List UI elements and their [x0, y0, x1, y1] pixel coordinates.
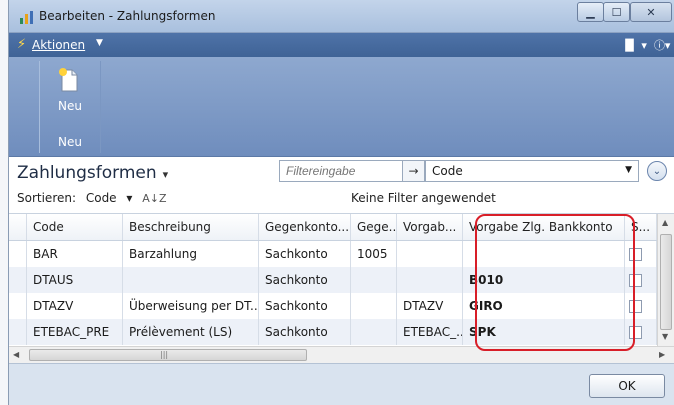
cell-vorgab[interactable] — [397, 241, 463, 267]
grip-icon: ||| — [160, 350, 169, 359]
ribbon-group-new: Neu Neu — [39, 61, 101, 153]
cell-gege[interactable] — [351, 293, 397, 319]
vertical-scrollbar[interactable]: ▲ ▼ — [657, 214, 674, 349]
dialog-window: Bearbeiten - Zahlungsformen ▁ ☐ ✕ ⚡ Akti… — [8, 0, 674, 405]
cell-gegenkonto[interactable]: Sachkonto — [259, 319, 351, 345]
minimize-button[interactable]: ▁ — [577, 2, 604, 22]
arrow-right-icon: → — [408, 164, 419, 178]
cell-code[interactable]: DTAZV — [27, 293, 123, 319]
view-options[interactable]: ▐▌ ▾ ⓘ▾ — [621, 37, 670, 53]
select-column-header — [9, 214, 27, 240]
scroll-left-icon[interactable]: ◀ — [13, 350, 19, 359]
dialog-footer: OK — [9, 363, 674, 405]
row-selector[interactable] — [9, 267, 27, 293]
actions-bar: ⚡ Aktionen ▼ ▐▌ ▾ ⓘ▾ — [9, 33, 674, 57]
sort-field-value: Code — [85, 191, 117, 205]
new-button[interactable]: Neu — [40, 99, 100, 113]
actions-menu[interactable]: Aktionen — [32, 38, 85, 52]
close-button[interactable]: ✕ — [630, 2, 672, 22]
cell-gegenkonto[interactable]: Sachkonto — [259, 293, 351, 319]
ok-button[interactable]: OK — [589, 374, 665, 398]
page-title-label: Zahlungsformen — [17, 163, 157, 183]
lightning-icon: ⚡ — [17, 37, 27, 52]
page-title[interactable]: Zahlungsformen ▾ — [17, 163, 168, 183]
column-header-vorgab[interactable]: Vorgab... — [397, 214, 463, 240]
chevron-down-icon: ▾ — [162, 168, 169, 181]
chevron-down-icon: ▼ — [96, 38, 103, 48]
cell-gegenkonto[interactable]: Sachkonto — [259, 241, 351, 267]
sort-label: Sortieren: — [17, 191, 77, 205]
cell-code[interactable]: DTAUS — [27, 267, 123, 293]
filter-field-value: Code — [432, 164, 463, 178]
cell-beschreibung[interactable] — [123, 267, 259, 293]
expand-filter-button[interactable]: ⌄ — [647, 161, 667, 181]
new-document-icon[interactable] — [58, 67, 80, 93]
minimize-icon: ▁ — [586, 5, 595, 19]
scroll-down-icon[interactable]: ▼ — [662, 332, 668, 341]
highlight-annotation — [475, 214, 635, 351]
column-header-beschreibung[interactable]: Beschreibung — [123, 214, 259, 240]
cell-beschreibung[interactable]: Barzahlung — [123, 241, 259, 267]
filter-status: Keine Filter angewendet — [351, 191, 496, 205]
ribbon: Neu Neu — [9, 57, 674, 157]
maximize-button[interactable]: ☐ — [603, 2, 630, 22]
sort-bar: Sortieren: Code ▾ A↓Z — [17, 191, 173, 205]
help-icon[interactable]: ⓘ▾ — [654, 39, 671, 52]
cell-gege[interactable] — [351, 267, 397, 293]
row-selector[interactable] — [9, 319, 27, 345]
window-title: Bearbeiten - Zahlungsformen — [39, 9, 216, 23]
filter-apply-button[interactable]: → — [403, 160, 425, 182]
row-selector[interactable] — [9, 293, 27, 319]
close-icon: ✕ — [646, 5, 656, 19]
column-header-gege[interactable]: Gege... — [351, 214, 397, 240]
cell-beschreibung[interactable]: Überweisung per DT... — [123, 293, 259, 319]
cell-gege[interactable] — [351, 319, 397, 345]
vertical-scroll-thumb[interactable] — [660, 234, 672, 330]
chevron-down-icon: ⌄ — [652, 165, 662, 177]
scroll-up-icon[interactable]: ▲ — [662, 218, 668, 227]
cell-code[interactable]: BAR — [27, 241, 123, 267]
cell-vorgab[interactable]: DTAZV — [397, 293, 463, 319]
filter-input[interactable] — [279, 160, 403, 182]
maximize-icon: ☐ — [611, 5, 622, 19]
column-header-gegenkonto[interactable]: Gegenkonto... — [259, 214, 351, 240]
column-header-code[interactable]: Code — [27, 214, 123, 240]
ribbon-group-label: Neu — [58, 135, 82, 149]
chevron-down-icon: ▼ — [625, 165, 632, 175]
cell-vorgab[interactable] — [397, 267, 463, 293]
cell-gegenkonto[interactable]: Sachkonto — [259, 267, 351, 293]
cell-vorgab[interactable]: ETEBAC_... — [397, 319, 463, 345]
sort-order-icon[interactable]: A↓Z — [142, 192, 166, 205]
desktop-edge — [0, 0, 8, 405]
title-bar: Bearbeiten - Zahlungsformen ▁ ☐ ✕ — [9, 0, 674, 33]
filter-field-select[interactable]: Code ▼ — [425, 160, 639, 182]
cell-gege[interactable]: 1005 — [351, 241, 397, 267]
app-icon — [20, 11, 33, 24]
cell-beschreibung[interactable]: Prélèvement (LS) — [123, 319, 259, 345]
row-selector[interactable] — [9, 241, 27, 267]
sort-field-select[interactable]: Code ▾ — [86, 191, 133, 205]
scroll-right-icon[interactable]: ▶ — [659, 350, 665, 359]
cell-code[interactable]: ETEBAC_PRE — [27, 319, 123, 345]
horizontal-scroll-thumb[interactable]: ||| — [29, 349, 307, 361]
